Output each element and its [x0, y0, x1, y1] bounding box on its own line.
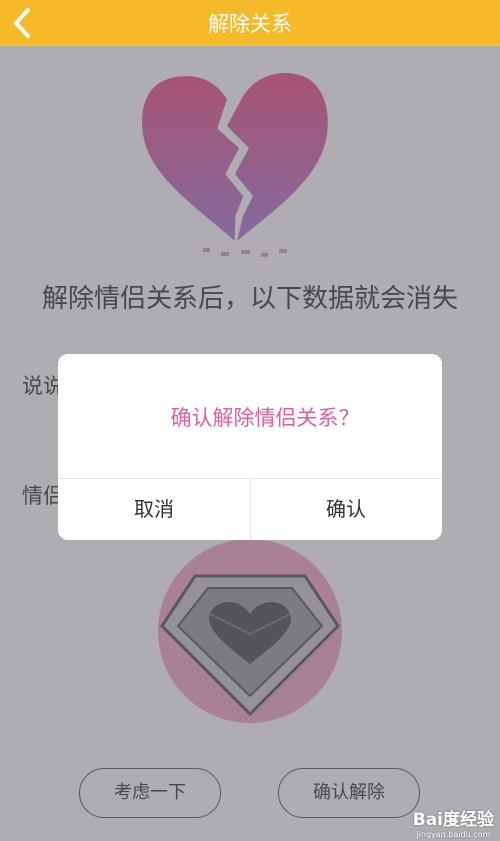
page-title: 解除关系 [208, 12, 292, 36]
dialog-confirm-button[interactable]: 确认 [250, 479, 442, 540]
header-bar: 解除关系 [0, 0, 500, 46]
baidu-watermark: Bai度经验 jingyan.baidu.com [413, 805, 494, 839]
dialog-cancel-button[interactable]: 取消 [58, 479, 250, 540]
watermark-logo-text: Bai度经验 [412, 810, 494, 830]
dialog-message: 确认解除情侣关系？ [170, 406, 360, 430]
confirm-dialog: 确认解除情侣关系？ 取消 确认 [58, 354, 442, 540]
watermark-url: jingyan.baidu.com [416, 830, 491, 839]
